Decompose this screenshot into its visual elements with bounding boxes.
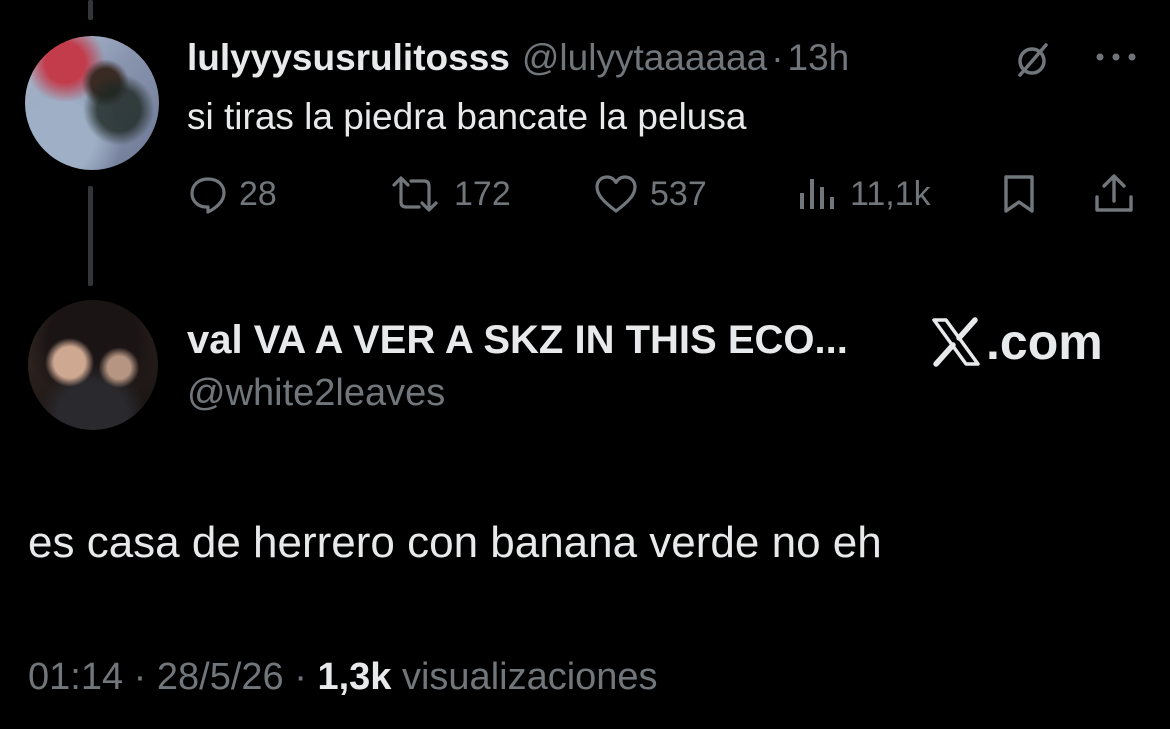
tweet-time[interactable]: 13h [788,37,850,79]
more-icon[interactable] [1092,47,1140,67]
thread-line-top [88,0,93,20]
x-logo-icon [932,317,980,367]
views-label: visualizaciones [401,656,658,698]
x-com-domain: .com [986,314,1103,370]
views-button[interactable]: 11,1k [796,172,931,216]
grok-icon[interactable] [1012,40,1052,80]
retweet-icon [392,176,438,212]
user-handle[interactable]: @lulyytaaaaaa [522,37,767,79]
separator-dot: · [133,656,147,698]
separator-dot: · [771,37,784,78]
tweet-date[interactable]: 28/5/26 [157,656,284,698]
user-handle[interactable]: @white2leaves [187,372,445,415]
reply-count: 28 [239,174,277,213]
display-name[interactable]: lulyyysusrulitosss [187,37,510,79]
bookmark-icon [1004,175,1034,213]
avatar[interactable] [25,36,159,170]
like-count: 537 [650,174,707,213]
views-count: 1,3k [317,656,392,698]
retweet-count: 172 [454,174,511,213]
share-button[interactable] [1090,172,1138,216]
separator-dot: · [294,656,307,698]
share-icon [1095,174,1133,212]
x-com-watermark: .com [930,312,1103,372]
tweet-footer: 01:14 · 28/5/26 · 1,3k visualizaciones [28,656,658,699]
retweet-button[interactable]: 172 [386,172,511,216]
bookmark-button[interactable] [998,172,1040,216]
reply-icon [190,177,226,214]
like-button[interactable]: 537 [592,172,707,216]
tweet-time[interactable]: 01:14 [28,656,123,698]
thread-line-bottom [88,186,93,286]
views-count: 11,1k [850,174,931,213]
tweet-text: es casa de herrero con banana verde no e… [28,518,882,567]
tweet-header: lulyyysusrulitosss @lulyytaaaaaa · 13h [187,36,849,80]
tweet-screenshot: lulyyysusrulitosss @lulyytaaaaaa · 13h s… [0,0,1170,729]
avatar[interactable] [28,300,158,430]
display-name[interactable]: val VA A VER A SKZ IN THIS ECO... [187,318,848,363]
heart-icon [595,175,637,213]
views-icon [800,179,834,209]
tweet-text: si tiras la piedra bancate la pelusa [187,96,747,137]
reply-button[interactable]: 28 [187,172,277,216]
